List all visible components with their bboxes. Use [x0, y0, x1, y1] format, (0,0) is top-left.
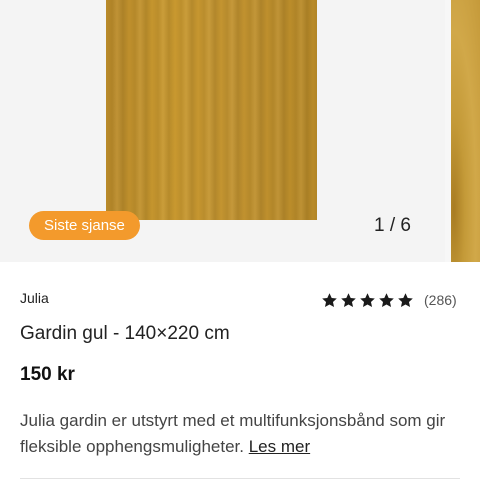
- product-price: 150 kr: [20, 364, 75, 385]
- product-brand[interactable]: Julia: [20, 290, 49, 306]
- star-icon: [378, 292, 395, 309]
- review-count: (286): [424, 292, 457, 308]
- last-chance-badge: Siste sjanse: [29, 211, 140, 240]
- product-rating[interactable]: (286): [321, 289, 457, 311]
- description-text: Julia gardin er utstyrt med et multifunk…: [20, 411, 446, 456]
- product-title: Gardin gul - 140×220 cm: [20, 323, 230, 344]
- next-product-image[interactable]: [451, 0, 480, 262]
- curtain-photo: [106, 0, 317, 220]
- star-icon: [397, 292, 414, 309]
- image-counter: 1 / 6: [374, 215, 411, 236]
- product-image-gallery[interactable]: Siste sjanse 1 / 6: [0, 0, 480, 262]
- star-icon: [340, 292, 357, 309]
- divider: [20, 478, 460, 479]
- read-more-link[interactable]: Les mer: [249, 437, 310, 456]
- product-description: Julia gardin er utstyrt med et multifunk…: [20, 408, 465, 460]
- star-icon: [321, 292, 338, 309]
- star-icon: [359, 292, 376, 309]
